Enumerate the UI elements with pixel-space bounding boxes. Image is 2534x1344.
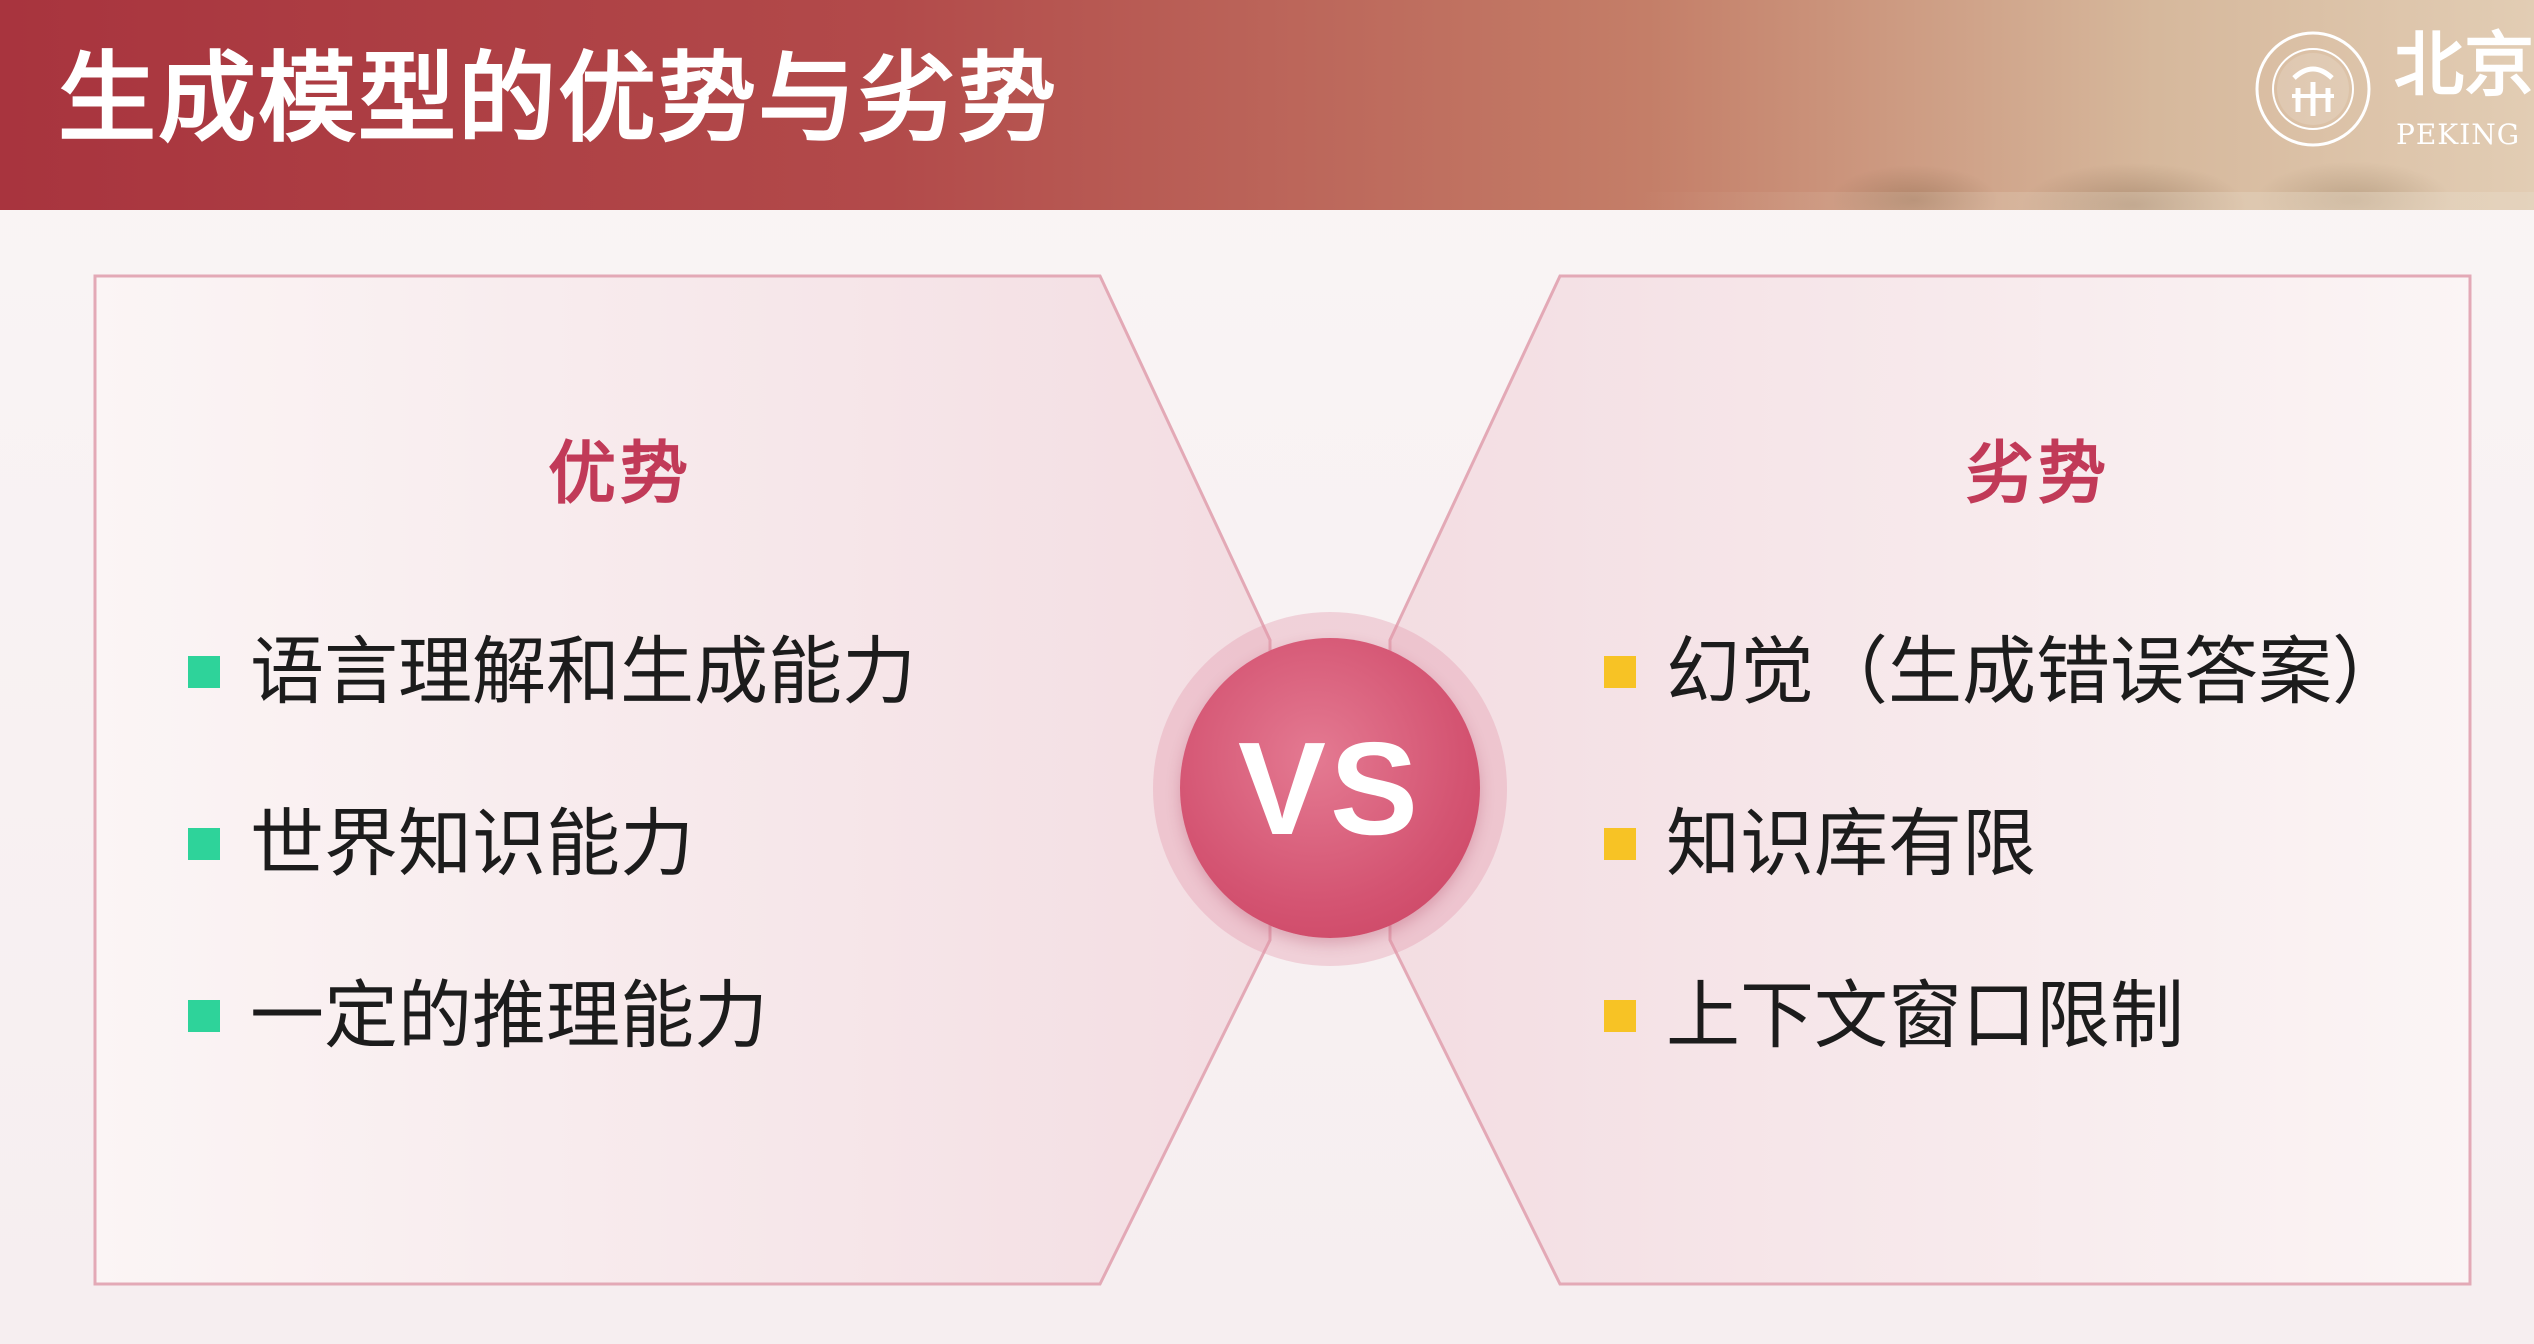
advantage-text: 世界知识能力 [250, 801, 694, 887]
list-item: 幻觉（生成错误答案） [1604, 628, 2406, 800]
list-item: 知识库有限 [1604, 800, 2406, 972]
list-item: 语言理解和生成能力 [188, 628, 916, 800]
advantage-text: 一定的推理能力 [250, 973, 768, 1059]
green-square-bullet-icon [188, 656, 220, 688]
disadvantages-heading: 劣势 [1965, 435, 2110, 514]
yellow-square-bullet-icon [1604, 1000, 1636, 1032]
disadvantage-text: 上下文窗口限制 [1666, 973, 2184, 1059]
green-square-bullet-icon [188, 1000, 220, 1032]
advantages-heading: 优势 [547, 435, 692, 514]
list-item: 一定的推理能力 [188, 972, 916, 1144]
vs-label: VS [1237, 714, 1423, 862]
yellow-square-bullet-icon [1604, 828, 1636, 860]
vs-circle: VS [1180, 638, 1480, 938]
yellow-square-bullet-icon [1604, 656, 1636, 688]
disadvantage-text: 知识库有限 [1666, 801, 2036, 887]
green-square-bullet-icon [188, 828, 220, 860]
advantages-list: 语言理解和生成能力 世界知识能力 一定的推理能力 [188, 628, 916, 1144]
list-item: 上下文窗口限制 [1604, 972, 2406, 1144]
advantage-text: 语言理解和生成能力 [250, 629, 916, 715]
slide: 生成模型的优势与劣势 北京 PEKING 优势 语言理解和生成能力 世界知识能力… [0, 0, 2534, 1344]
disadvantages-list: 幻觉（生成错误答案） 知识库有限 上下文窗口限制 [1604, 628, 2406, 1144]
list-item: 世界知识能力 [188, 800, 916, 972]
disadvantage-text: 幻觉（生成错误答案） [1666, 629, 2406, 715]
